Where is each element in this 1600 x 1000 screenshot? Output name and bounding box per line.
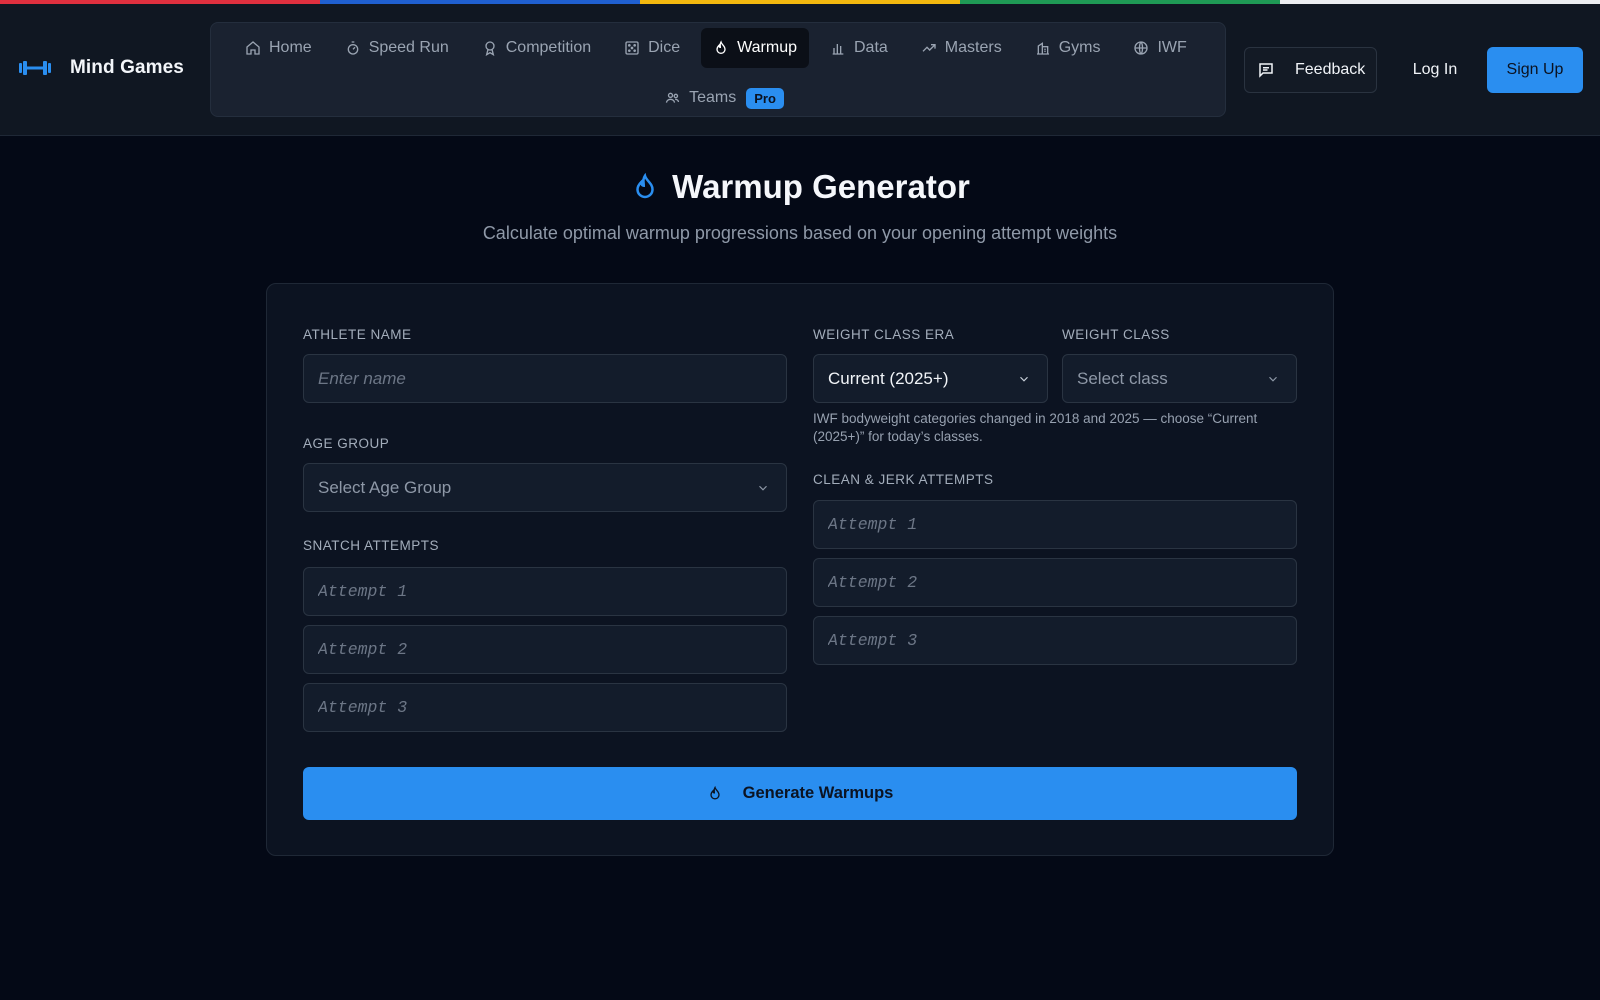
snatch-attempt-1-field	[303, 567, 787, 616]
snatch-attempt-3-field	[303, 683, 787, 732]
clean-jerk-attempt-3-field	[813, 616, 1297, 665]
chevron-down-icon	[1020, 376, 1028, 382]
athlete-name-label: ATHLETE NAME	[303, 327, 412, 342]
clean-jerk-attempt-2-input[interactable]	[828, 559, 1296, 606]
page-title: Warmup Generator	[672, 168, 970, 205]
nav-item-home[interactable]: Home	[233, 28, 324, 68]
message-icon	[1259, 63, 1273, 78]
signup-button[interactable]: Sign Up	[1487, 47, 1583, 93]
nav-item-masters[interactable]: Masters	[909, 28, 1014, 68]
brand-name: Mind Games	[70, 57, 184, 78]
snatch-attempt-1-input[interactable]	[318, 568, 786, 615]
nav-item-warmup[interactable]: Warmup	[701, 28, 809, 68]
barbell-icon	[18, 54, 52, 82]
nav-item-data[interactable]: Data	[818, 28, 900, 68]
chevron-down-icon	[759, 485, 767, 491]
bar-chart-icon	[832, 44, 844, 55]
flame-icon	[709, 785, 720, 800]
top-header: Mind Games Home Speed Run Competition Di…	[0, 4, 1600, 136]
nav-item-gyms[interactable]: Gyms	[1023, 28, 1113, 68]
snatch-attempts-label: SNATCH ATTEMPTS	[303, 538, 440, 553]
dice-icon	[625, 41, 639, 55]
clean-jerk-attempts-label: CLEAN & JERK ATTEMPTS	[813, 472, 994, 487]
feedback-button[interactable]: Feedback	[1244, 47, 1377, 93]
snatch-attempt-2-field	[303, 625, 787, 674]
building-icon	[1036, 42, 1049, 55]
page-title-row: Warmup Generator	[0, 168, 1600, 206]
generate-warmups-button[interactable]: Generate Warmups	[303, 767, 1297, 820]
nav-item-teams[interactable]: Teams Pro	[652, 78, 784, 118]
clean-jerk-attempt-3-input[interactable]	[828, 617, 1296, 664]
globe-icon	[1134, 41, 1149, 55]
snatch-attempt-2-input[interactable]	[318, 626, 786, 673]
athlete-name-input[interactable]	[318, 355, 786, 402]
age-group-label: AGE GROUP	[303, 436, 390, 451]
weight-class-select[interactable]: Select class	[1062, 354, 1297, 403]
athlete-name-field	[303, 354, 787, 403]
chevron-down-icon	[1269, 376, 1277, 382]
snatch-attempt-3-input[interactable]	[318, 684, 786, 731]
weight-class-era-select[interactable]: Current (2025+)	[813, 354, 1048, 403]
users-icon	[665, 92, 680, 103]
weight-class-label: WEIGHT CLASS	[1062, 327, 1170, 342]
flame-icon	[716, 40, 726, 54]
weight-class-era-label: WEIGHT CLASS ERA	[813, 327, 955, 342]
trending-up-icon	[922, 44, 936, 52]
nav-item-speed-run[interactable]: Speed Run	[333, 28, 461, 68]
home-icon	[246, 41, 260, 55]
age-group-select[interactable]: Select Age Group	[303, 463, 787, 512]
nav-item-competition[interactable]: Competition	[470, 28, 603, 68]
stopwatch-icon	[347, 41, 359, 55]
warmup-form-card: ATHLETE NAME AGE GROUP Select Age Group …	[266, 283, 1334, 856]
login-button[interactable]: Log In	[1400, 47, 1470, 93]
era-hint-text: IWF bodyweight categories changed in 201…	[813, 411, 1258, 444]
main-nav: Home Speed Run Competition Dice Warmup D…	[210, 22, 1226, 117]
nav-item-dice[interactable]: Dice	[612, 28, 692, 68]
clean-jerk-attempt-2-field	[813, 558, 1297, 607]
medal-icon	[485, 41, 495, 56]
flame-icon	[636, 172, 654, 199]
page-subtitle: Calculate optimal warmup progressions ba…	[482, 223, 1118, 243]
clean-jerk-attempt-1-field	[813, 500, 1297, 549]
clean-jerk-attempt-1-input[interactable]	[828, 501, 1296, 548]
brand-logo[interactable]: Mind Games	[18, 54, 184, 82]
nav-item-iwf[interactable]: IWF	[1121, 28, 1198, 68]
pro-badge: Pro	[746, 87, 784, 109]
